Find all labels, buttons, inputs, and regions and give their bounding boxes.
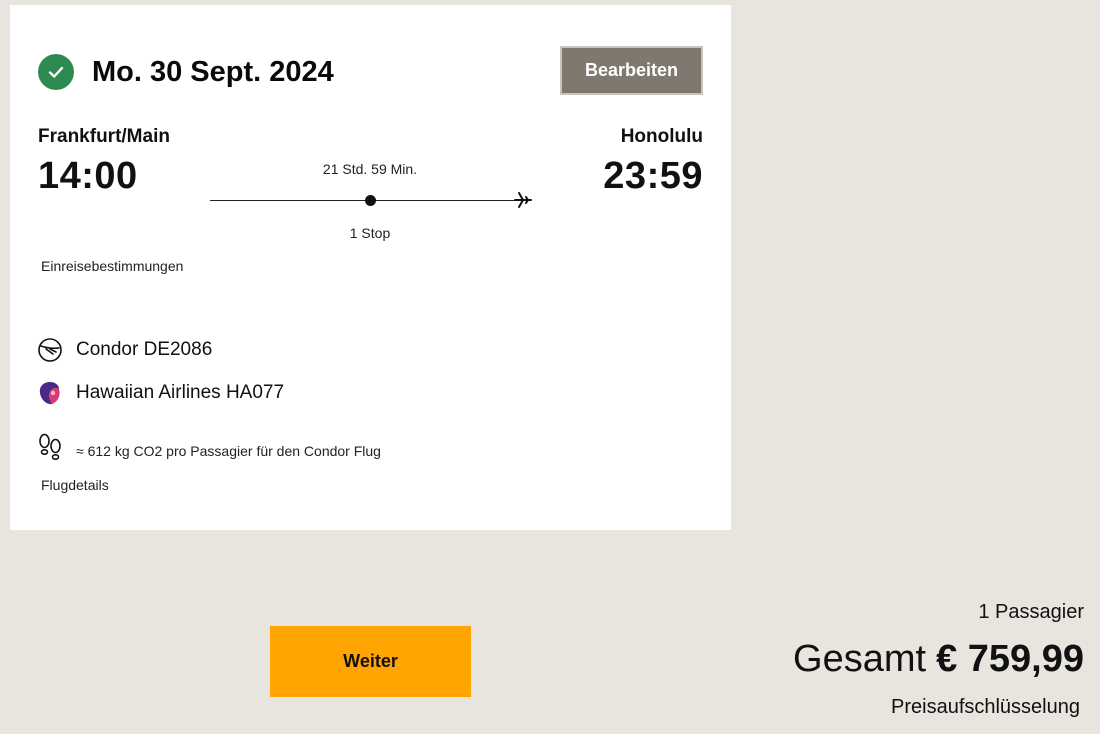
check-icon — [38, 54, 74, 90]
price-breakdown-link[interactable]: Preisaufschlüsselung — [891, 696, 1080, 719]
flight-card: Mo. 30 Sept. 2024 Bearbeiten Frankfurt/M… — [10, 5, 731, 530]
total-amount: € 759,99 — [936, 638, 1084, 680]
co2-info: ≈ 612 kg CO2 pro Passagier für den Condo… — [37, 433, 381, 468]
carrier-name: Condor DE2086 — [76, 339, 213, 360]
total-price: Gesamt € 759,99 — [793, 638, 1084, 681]
flight-details-link[interactable]: Flugdetails — [41, 477, 109, 493]
continue-button[interactable]: Weiter — [270, 626, 471, 697]
origin-city: Frankfurt/Main — [38, 126, 170, 147]
hawaiian-logo-icon — [37, 380, 63, 406]
footprints-icon — [37, 433, 63, 468]
stop-dot — [365, 195, 376, 206]
carrier-name: Hawaiian Airlines HA077 — [76, 382, 285, 403]
carrier-row-hawaiian: Hawaiian Airlines HA077 — [37, 380, 284, 406]
flight-date: Mo. 30 Sept. 2024 — [92, 56, 334, 88]
condor-logo-icon — [37, 337, 63, 363]
stop-count: 1 Stop — [349, 225, 391, 241]
destination-city: Honolulu — [620, 126, 703, 147]
carrier-row-condor: Condor DE2086 — [37, 337, 212, 363]
arrival-time: 23:59 — [603, 155, 703, 197]
plane-icon — [514, 190, 532, 210]
departure-time: 14:00 — [38, 155, 138, 197]
edit-button[interactable]: Bearbeiten — [560, 46, 703, 95]
total-label: Gesamt — [793, 638, 927, 680]
entry-requirements-link[interactable]: Einreisebestimmungen — [41, 258, 183, 274]
passenger-count: 1 Passagier — [978, 601, 1084, 623]
flight-duration: 21 Std. 59 Min. — [322, 161, 418, 177]
co2-text: ≈ 612 kg CO2 pro Passagier für den Condo… — [76, 442, 381, 459]
